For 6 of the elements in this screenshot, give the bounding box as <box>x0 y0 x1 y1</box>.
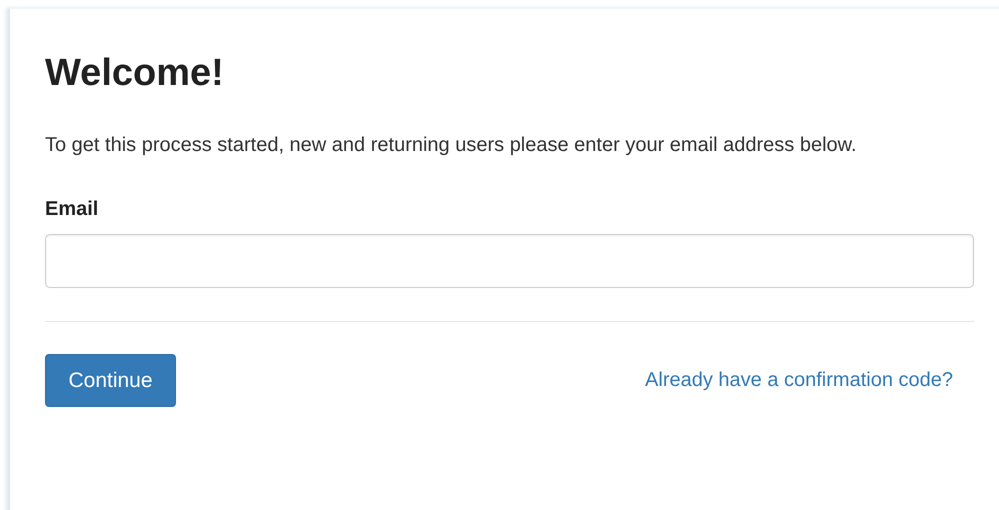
welcome-heading: Welcome! <box>45 51 225 95</box>
email-field[interactable] <box>45 234 974 288</box>
continue-button[interactable]: Continue <box>45 354 176 407</box>
email-label: Email <box>45 197 100 221</box>
confirmation-code-link[interactable]: Already have a confirmation code? <box>645 369 953 392</box>
intro-text: To get this process started, new and returning users please enter your email address below. <box>45 133 858 157</box>
